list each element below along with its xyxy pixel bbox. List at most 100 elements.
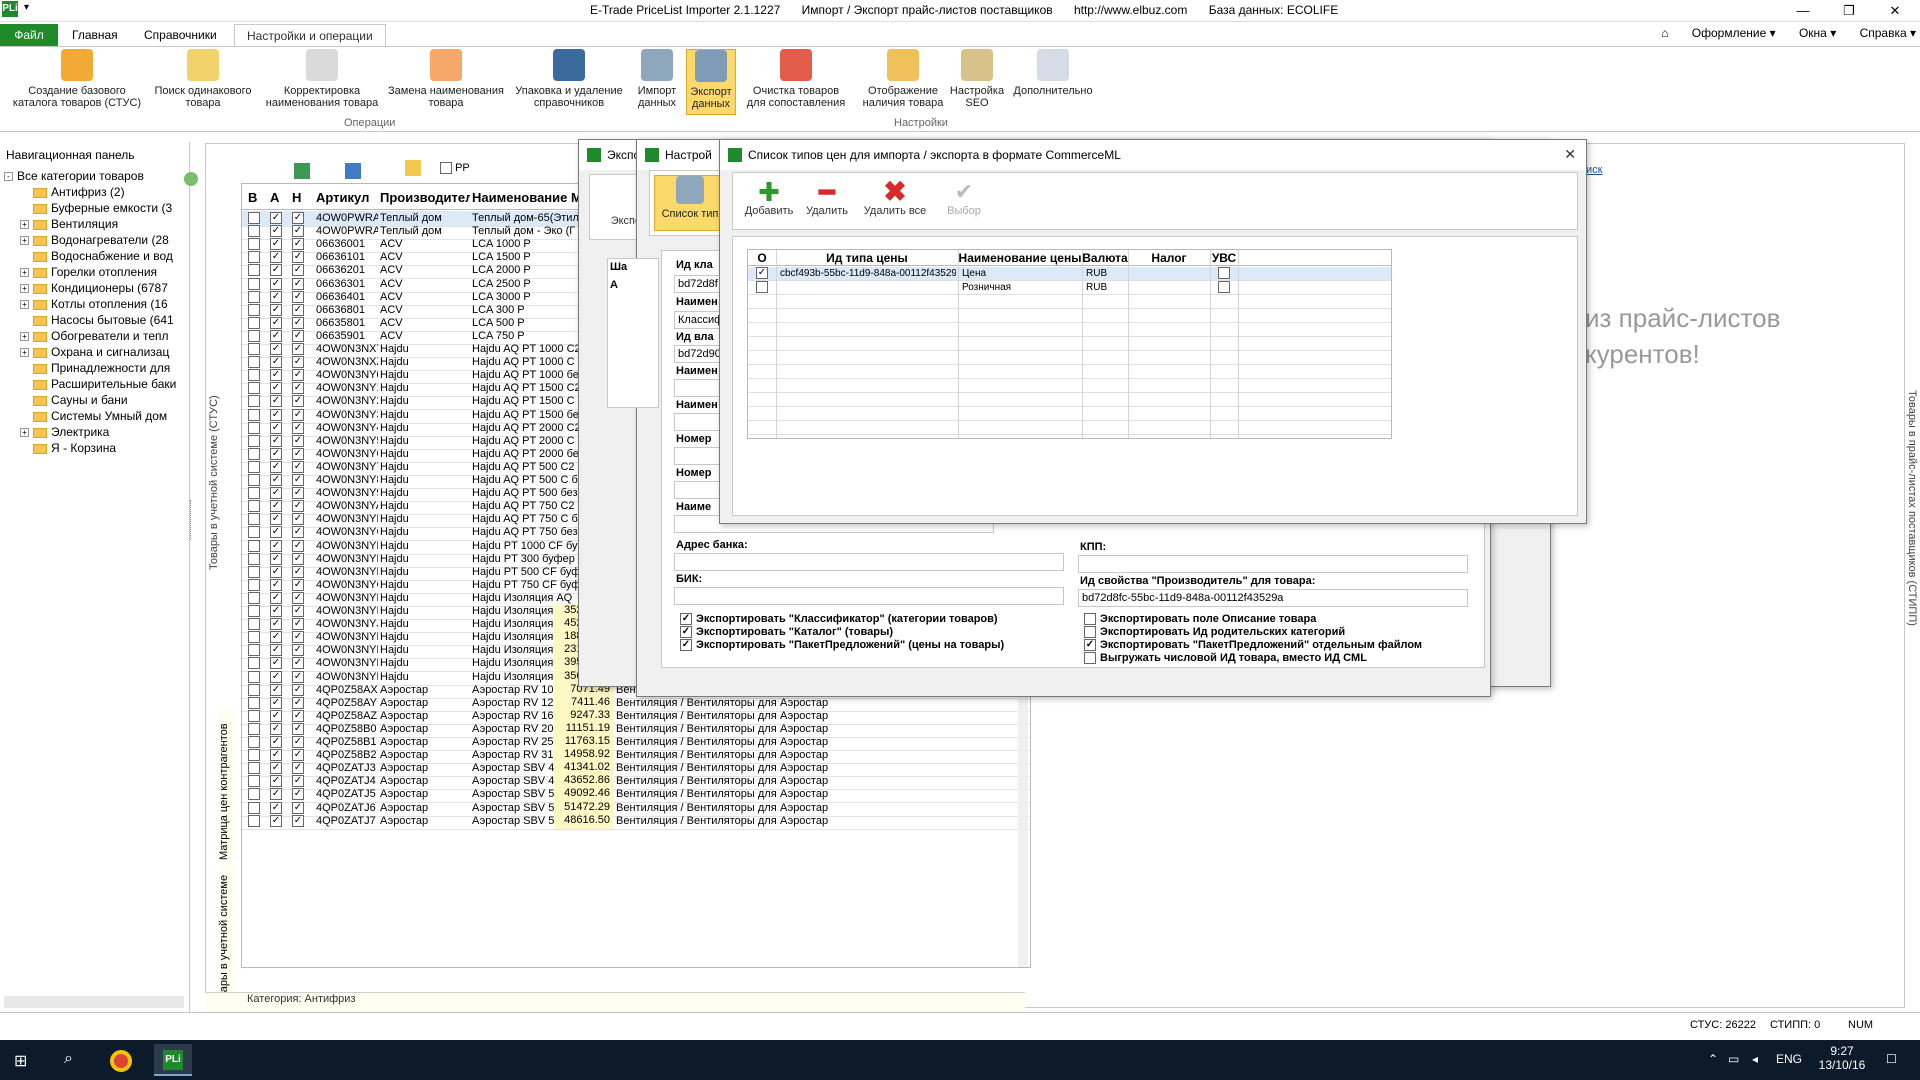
minimize-button[interactable]: — xyxy=(1780,0,1826,22)
nav-scrollbar[interactable] xyxy=(4,996,184,1008)
row-checkbox-b[interactable] xyxy=(248,775,260,788)
row-checkbox-n[interactable]: ✓ xyxy=(292,631,304,644)
col-header-n[interactable]: Н xyxy=(292,190,301,205)
expand-toggle-icon[interactable]: + xyxy=(20,268,29,278)
row-checkbox-n[interactable]: ✓ xyxy=(292,395,304,408)
close-icon[interactable]: ✕ xyxy=(1564,146,1576,163)
col-tax[interactable]: Налог xyxy=(1128,251,1210,265)
option-checkbox[interactable] xyxy=(1084,626,1096,639)
row-checkbox-b[interactable] xyxy=(248,657,260,670)
row-checkbox-b[interactable] xyxy=(248,670,260,683)
row-checkbox-n[interactable]: ✓ xyxy=(292,343,304,355)
row-checkbox-n[interactable]: ✓ xyxy=(292,539,304,552)
row-checkbox-n[interactable]: ✓ xyxy=(292,788,304,801)
grid-add-icon[interactable] xyxy=(294,163,310,179)
show-availability-button[interactable]: Отображение наличия товара xyxy=(856,49,950,109)
row-checkbox-n[interactable]: ✓ xyxy=(292,801,304,814)
seo-settings-button[interactable]: Настройка SEO xyxy=(946,49,1008,109)
col-header-b[interactable]: В xyxy=(248,190,257,205)
row-checkbox-a[interactable]: ✓ xyxy=(270,460,282,473)
refresh-icon[interactable] xyxy=(184,172,198,186)
tab-settings[interactable]: Настройки и операции xyxy=(234,24,386,46)
row-checkbox-b[interactable] xyxy=(248,749,260,762)
row-checkbox-n[interactable]: ✓ xyxy=(292,460,304,473)
row-checkbox-n[interactable]: ✓ xyxy=(292,565,304,578)
row-checkbox-n[interactable]: ✓ xyxy=(292,277,304,290)
option-checkbox[interactable] xyxy=(1084,613,1096,626)
col-header-manufacturer[interactable]: Производитель xyxy=(380,190,470,205)
row-checkbox-b[interactable] xyxy=(248,369,260,382)
row-checkbox-b[interactable] xyxy=(248,408,260,421)
restore-button[interactable]: ❐ xyxy=(1826,0,1872,22)
row-checkbox-b[interactable] xyxy=(248,801,260,814)
row-checkbox-n[interactable]: ✓ xyxy=(292,578,304,591)
col-o[interactable]: О xyxy=(748,251,776,265)
row-checkbox-a[interactable]: ✓ xyxy=(270,500,282,513)
price-row[interactable]: Розничная RUB xyxy=(748,281,1391,295)
tree-node[interactable]: Расширительные баки xyxy=(4,376,186,392)
vtab-products[interactable]: Товары в учетной системе xyxy=(218,865,236,1010)
row-checkbox-a[interactable]: ✓ xyxy=(270,749,282,762)
tab-home[interactable]: Главная xyxy=(60,24,130,46)
row-checkbox-n[interactable]: ✓ xyxy=(292,474,304,486)
export-option[interactable]: Экспортировать Ид родительских категорий xyxy=(1084,626,1345,639)
col-name[interactable]: Наименование цены xyxy=(958,251,1082,265)
row-checkbox-n[interactable]: ✓ xyxy=(292,421,304,434)
row-checkbox-b[interactable] xyxy=(248,238,260,251)
row-checkbox-b[interactable] xyxy=(248,290,260,303)
mfr-prop-field[interactable]: bd72d8fc-55bc-11d9-848a-00112f43529a xyxy=(1078,589,1468,607)
export-option[interactable]: Экспортировать поле Описание товара xyxy=(1084,613,1316,626)
expand-toggle-icon[interactable]: - xyxy=(4,172,13,182)
export-option[interactable]: ✓ Экспортировать "ПакетПредложений" отдел… xyxy=(1084,639,1422,652)
delete-button[interactable]: ━ Удалить xyxy=(801,179,853,217)
row-checkbox-n[interactable]: ✓ xyxy=(292,369,304,382)
row-checkbox-n[interactable]: ✓ xyxy=(292,814,304,827)
row-checkbox-b[interactable] xyxy=(248,395,260,408)
row-checkbox-a[interactable]: ✓ xyxy=(270,487,282,500)
add-button[interactable]: ✚ Добавить xyxy=(739,179,799,217)
option-checkbox[interactable] xyxy=(1084,652,1096,665)
row-checkbox-b[interactable] xyxy=(248,500,260,513)
pp-checkbox[interactable] xyxy=(440,162,452,175)
grid-tree-icon[interactable] xyxy=(345,163,361,179)
row-checkbox-n[interactable]: ✓ xyxy=(292,238,304,251)
row-checkbox-b[interactable] xyxy=(248,696,260,709)
clock[interactable]: 9:27 13/10/16 xyxy=(1812,1044,1872,1072)
bik-field[interactable] xyxy=(674,587,1064,605)
row-checkbox-n[interactable]: ✓ xyxy=(292,408,304,421)
row-checkbox-b[interactable] xyxy=(248,343,260,355)
row-checkbox-b[interactable] xyxy=(248,618,260,631)
row-checkbox-b[interactable] xyxy=(248,421,260,434)
row-checkbox-n[interactable]: ✓ xyxy=(292,722,304,735)
row-checkbox-a[interactable]: ✓ xyxy=(270,474,282,486)
row-checkbox-a[interactable]: ✓ xyxy=(270,264,282,277)
row-checkbox-a[interactable]: ✓ xyxy=(270,618,282,631)
row-checkbox-b[interactable] xyxy=(248,487,260,500)
row-checkbox-a[interactable]: ✓ xyxy=(270,591,282,604)
tab-refs[interactable]: Справочники xyxy=(132,24,229,46)
row-checkbox-a[interactable]: ✓ xyxy=(270,552,282,565)
find-same-product-button[interactable]: Поиск одинакового товара xyxy=(148,49,258,109)
bank-address-field[interactable] xyxy=(674,553,1064,571)
search-icon[interactable]: ⌕ xyxy=(64,1050,73,1068)
row-checkbox-a[interactable]: ✓ xyxy=(270,526,282,539)
tree-node[interactable]: Я - Корзина xyxy=(4,440,186,456)
row-checkbox-a[interactable]: ✓ xyxy=(270,709,282,722)
row-checkbox-n[interactable]: ✓ xyxy=(292,290,304,303)
row-checkbox-n[interactable]: ✓ xyxy=(292,591,304,604)
row-checkbox-n[interactable]: ✓ xyxy=(292,644,304,657)
row-checkbox-a[interactable]: ✓ xyxy=(270,290,282,303)
create-base-catalog-button[interactable]: Создание базового каталога товаров (СТУС… xyxy=(6,49,148,109)
export-option[interactable]: Выгружать числовой ИД товара, вместо ИД … xyxy=(1084,652,1367,665)
export-data-button[interactable]: Экспорт данных xyxy=(686,49,736,115)
row-checkbox-n[interactable]: ✓ xyxy=(292,736,304,748)
row-checkbox-a[interactable]: ✓ xyxy=(270,631,282,644)
expand-toggle-icon[interactable]: + xyxy=(20,284,29,294)
app-icon[interactable]: PLi xyxy=(2,1,18,17)
export-option[interactable]: ✓ Экспортировать "Классификатор" (категор… xyxy=(680,613,998,626)
row-checkbox-b[interactable] xyxy=(248,513,260,526)
row-checkbox-n[interactable]: ✓ xyxy=(292,696,304,709)
row-checkbox-n[interactable]: ✓ xyxy=(292,382,304,395)
vtab-price-matrix[interactable]: Матрица цен контрагентов xyxy=(218,710,236,860)
row-checkbox-a[interactable]: ✓ xyxy=(270,814,282,827)
